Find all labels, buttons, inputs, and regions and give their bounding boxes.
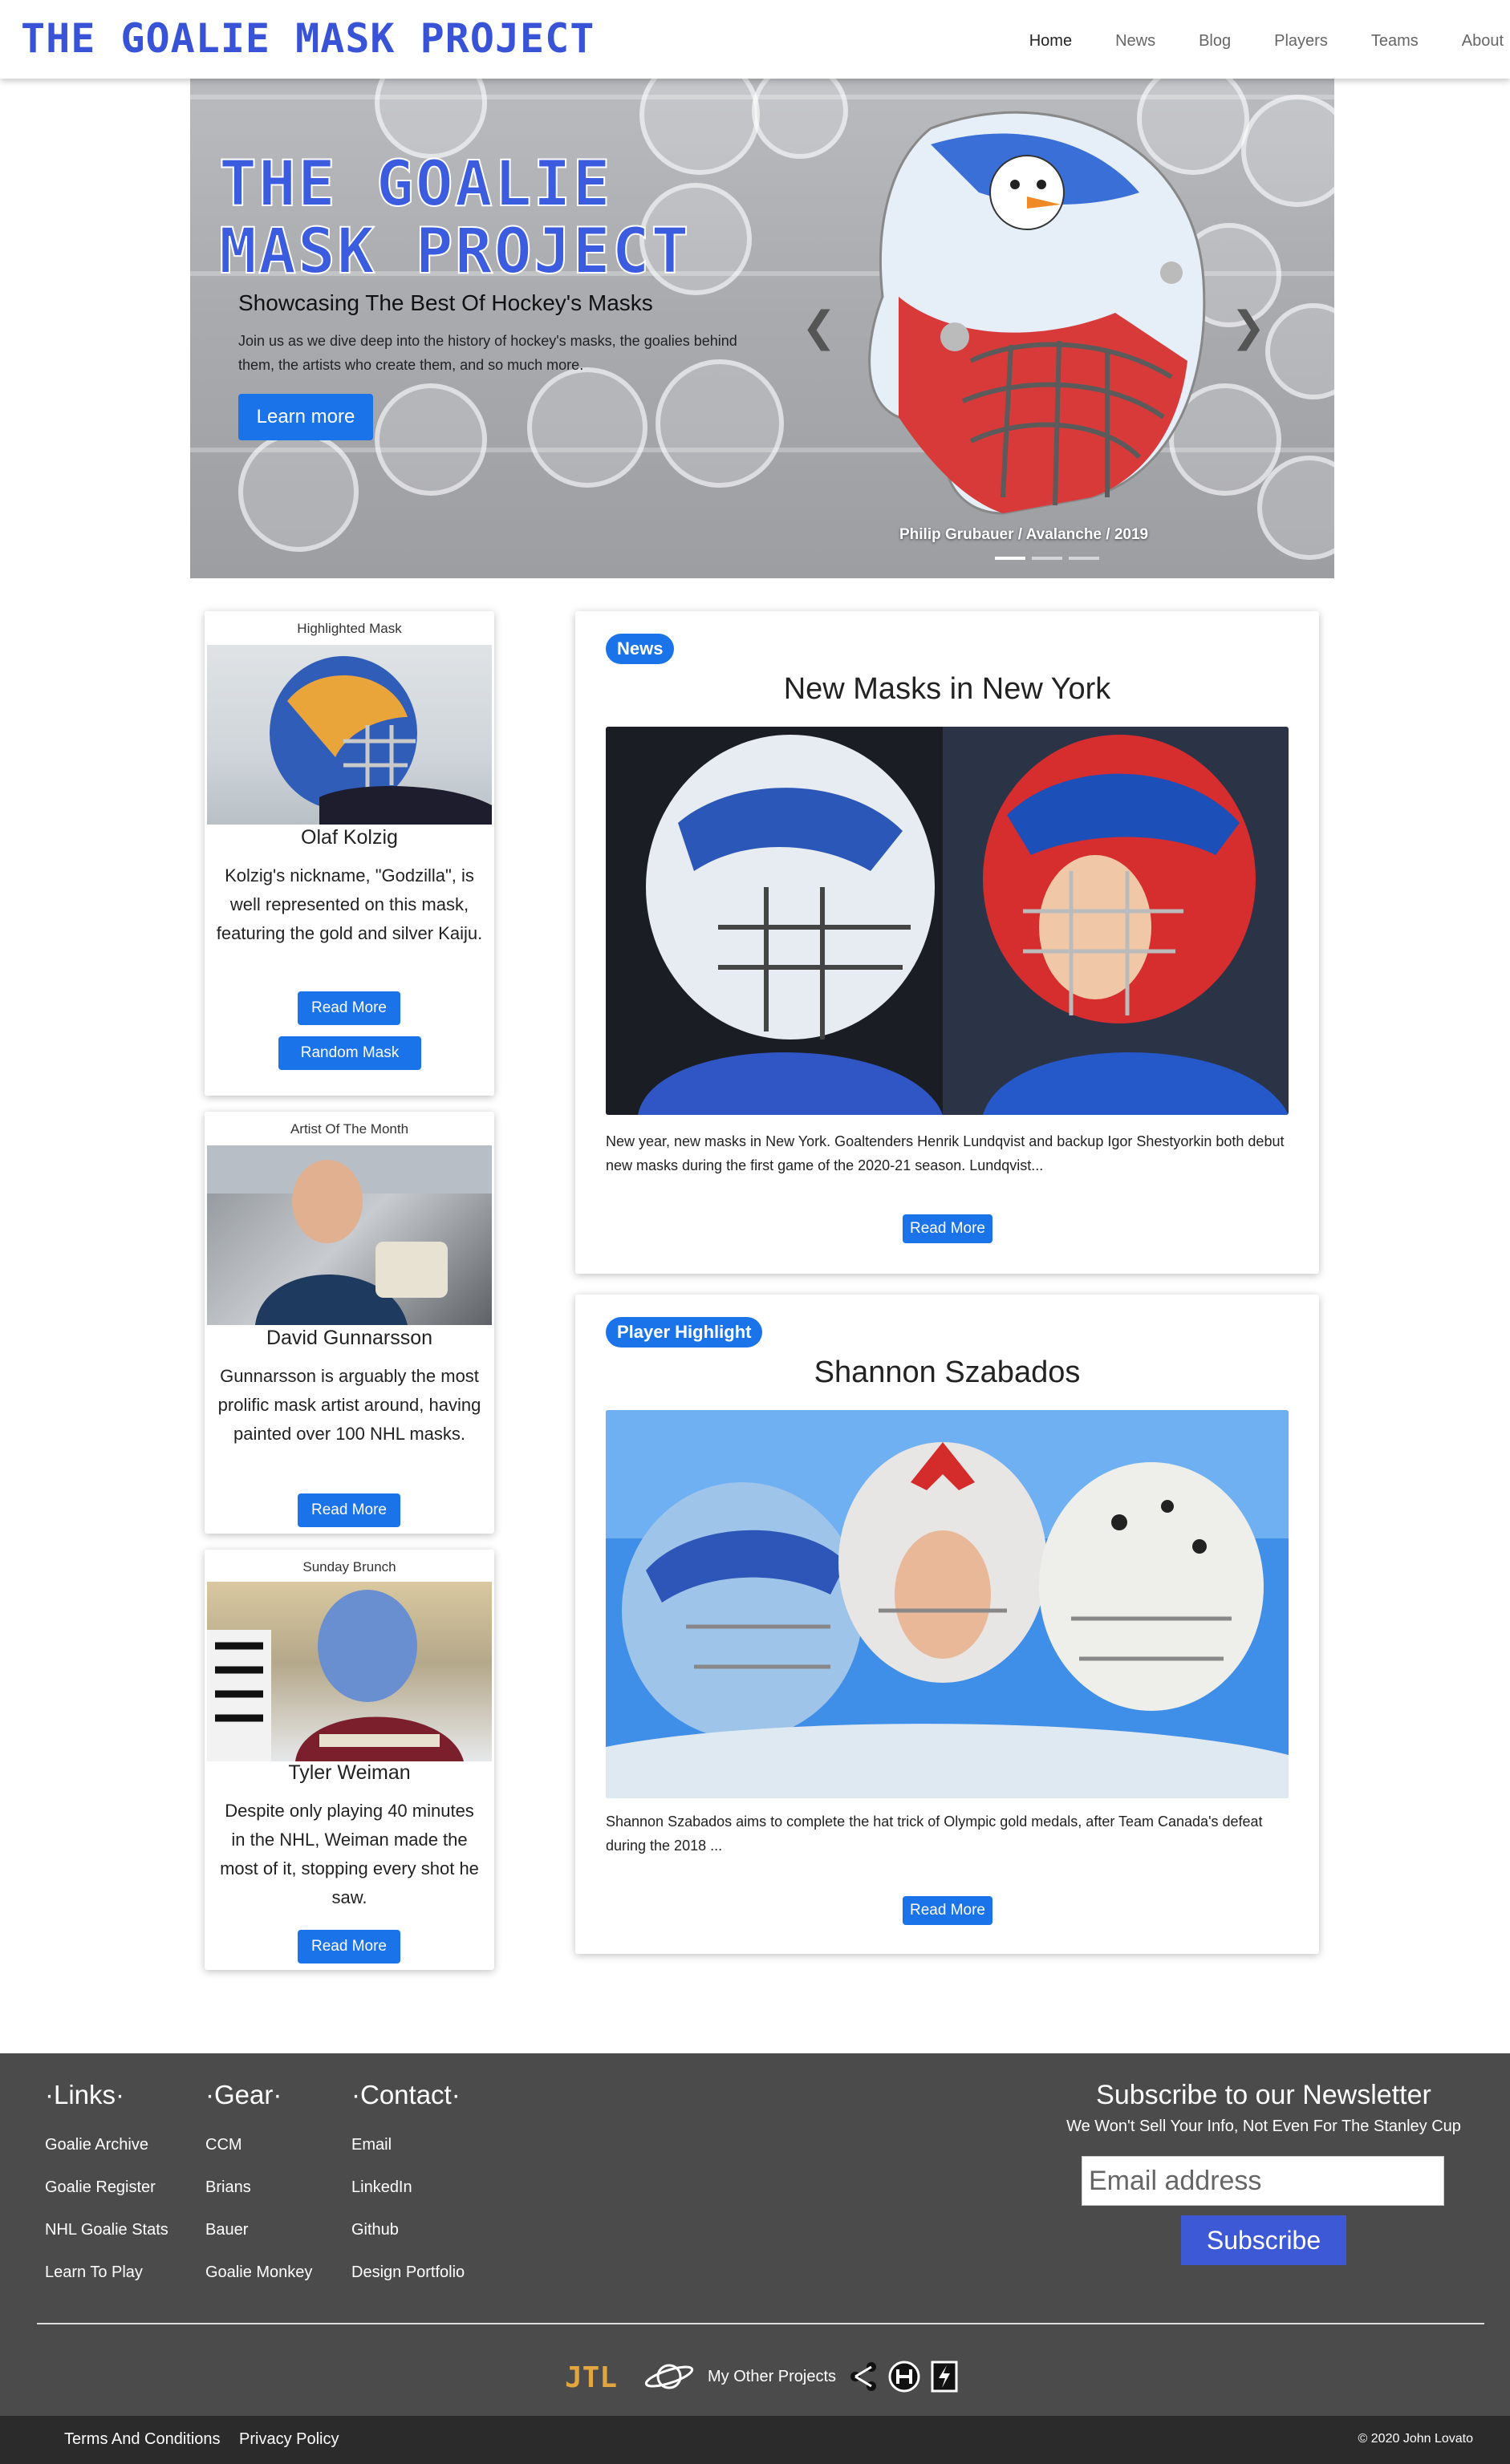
- read-more-button[interactable]: Read More: [903, 1214, 992, 1243]
- random-mask-button[interactable]: Random Mask: [278, 1036, 421, 1070]
- carousel-indicator-1[interactable]: [995, 557, 1025, 560]
- news-badge: News: [606, 634, 675, 664]
- news-article-card: News New Masks in New York New year, new…: [575, 611, 1319, 1274]
- share-icon[interactable]: [849, 2361, 878, 2393]
- nav-news[interactable]: News: [1115, 29, 1155, 53]
- footer-link-design-portfolio[interactable]: Design Portfolio: [351, 2251, 465, 2294]
- chevron-right-icon[interactable]: ❯: [1231, 303, 1266, 351]
- read-more-button[interactable]: Read More: [298, 1930, 400, 1964]
- card-title: Tyler Weiman: [288, 1761, 411, 1784]
- footer-heading: ·Links·: [45, 2080, 125, 2109]
- footer-link-goalie-monkey[interactable]: Goalie Monkey: [205, 2251, 312, 2294]
- footer-link-learn-to-play[interactable]: Learn To Play: [45, 2251, 168, 2294]
- footer-heading: ·Gear·: [205, 2080, 282, 2109]
- hero-caption: Philip Grubauer / Avalanche / 2019: [899, 526, 1149, 543]
- player-highlight-card: Player Highlight Shannon Szabados Shanno…: [575, 1295, 1319, 1954]
- footer-link-bauer[interactable]: Bauer: [205, 2209, 312, 2251]
- other-projects: JTL My Other Projects: [565, 2357, 958, 2397]
- email-field[interactable]: Email address: [1082, 2156, 1444, 2206]
- footer-gear-column: ·Gear· CCM Brians Bauer Goalie Monkey: [205, 2077, 312, 2294]
- newsletter-section: Subscribe to our Newsletter We Won't Sel…: [1059, 2077, 1468, 2265]
- card-text: Gunnarsson is arguably the most prolific…: [217, 1366, 481, 1444]
- other-projects-label: My Other Projects: [708, 2367, 837, 2385]
- player-highlight-badge: Player Highlight: [606, 1317, 763, 1348]
- card-title: David Gunnarsson: [266, 1327, 433, 1349]
- learn-more-button[interactable]: Learn more: [238, 394, 373, 440]
- read-more-button[interactable]: Read More: [298, 991, 400, 1025]
- hero-subtitle: Showcasing The Best Of Hockey's Masks: [238, 290, 653, 315]
- article-excerpt: Shannon Szabados aims to complete the ha…: [606, 1814, 1263, 1854]
- nav-links: Home News Blog Players Teams About: [986, 29, 1504, 53]
- article-title[interactable]: Shannon Szabados: [575, 1356, 1319, 1390]
- footer: ·Links· Goalie Archive Goalie Register N…: [0, 2053, 1510, 2416]
- terms-link[interactable]: Terms And Conditions: [64, 2430, 221, 2449]
- footer-heading: ·Contact·: [351, 2080, 461, 2109]
- chevron-left-icon[interactable]: ❮: [802, 303, 837, 351]
- footer-link-ccm[interactable]: CCM: [205, 2124, 312, 2166]
- card-text: Kolzig's nickname, "Godzilla", is well r…: [216, 865, 483, 943]
- footer-link-nhl-goalie-stats[interactable]: NHL Goalie Stats: [45, 2209, 168, 2251]
- shannon-szabados-image: [606, 1410, 1289, 1798]
- hexagon-logo-icon[interactable]: [887, 2360, 921, 2393]
- subscribe-button[interactable]: Subscribe: [1181, 2215, 1346, 2265]
- nav-home[interactable]: Home: [1029, 29, 1072, 53]
- navbar: The Goalie Mask Project Home News Blog P…: [0, 0, 1510, 79]
- bolt-logo-icon[interactable]: [931, 2361, 958, 2393]
- footer-contact-column: ·Contact· Email LinkedIn Github Design P…: [351, 2077, 465, 2294]
- highlighted-mask-card: Highlighted Mask Olaf Kolzig Kolzig's ni…: [205, 611, 494, 1096]
- newsletter-note: We Won't Sell Your Info, Not Even For Th…: [1066, 2118, 1461, 2135]
- david-gunnarsson-image: [207, 1145, 492, 1325]
- footer-link-github[interactable]: Github: [351, 2209, 465, 2251]
- footer-link-goalie-register[interactable]: Goalie Register: [45, 2166, 168, 2209]
- olaf-kolzig-image: [207, 645, 492, 825]
- tyler-weiman-image: [207, 1582, 492, 1761]
- nav-players[interactable]: Players: [1274, 29, 1328, 53]
- jtl-logo[interactable]: JTL: [565, 2360, 635, 2393]
- card-label: Sunday Brunch: [302, 1559, 396, 1574]
- hero-description: Join us as we dive deep into the history…: [238, 333, 737, 373]
- newsletter-title: Subscribe to our Newsletter: [1096, 2080, 1431, 2110]
- carousel-indicators: [995, 557, 1106, 560]
- footer-link-brians[interactable]: Brians: [205, 2166, 312, 2209]
- goalie-mask-image: [868, 111, 1206, 515]
- card-label: Highlighted Mask: [297, 621, 402, 636]
- nav-about[interactable]: About: [1462, 29, 1504, 53]
- privacy-link[interactable]: Privacy Policy: [239, 2430, 339, 2449]
- card-title: Olaf Kolzig: [301, 826, 398, 849]
- hero-title: THE GOALIE MASK PROJECT: [218, 148, 691, 288]
- footer-link-linkedin[interactable]: LinkedIn: [351, 2166, 465, 2209]
- article-excerpt: New year, new masks in New York. Goalten…: [606, 1133, 1285, 1173]
- new-york-masks-image: [606, 727, 1289, 1115]
- svg-text:JTL: JTL: [565, 2361, 617, 2393]
- copyright: © 2020 John Lovato: [1358, 2432, 1473, 2446]
- footer-links-column: ·Links· Goalie Archive Goalie Register N…: [45, 2077, 168, 2294]
- read-more-button[interactable]: Read More: [903, 1896, 992, 1925]
- read-more-button[interactable]: Read More: [298, 1493, 400, 1527]
- footer-link-goalie-archive[interactable]: Goalie Archive: [45, 2124, 168, 2166]
- bottom-bar: Terms And Conditions Privacy Policy © 20…: [0, 2416, 1510, 2464]
- footer-link-email[interactable]: Email: [351, 2124, 465, 2166]
- sunday-brunch-card: Sunday Brunch Tyler Weiman Despite only …: [205, 1550, 494, 1970]
- carousel-indicator-3[interactable]: [1069, 557, 1099, 560]
- hero-carousel: THE GOALIE MASK PROJECT Showcasing The B…: [190, 79, 1334, 578]
- planet-icon[interactable]: [643, 2360, 695, 2393]
- nav-blog[interactable]: Blog: [1199, 29, 1231, 53]
- brand-logo[interactable]: The Goalie Mask Project: [21, 14, 595, 63]
- card-label: Artist Of The Month: [290, 1121, 409, 1137]
- artist-of-month-card: Artist Of The Month David Gunnarsson Gun…: [205, 1112, 494, 1534]
- card-text: Despite only playing 40 minutes in the N…: [220, 1801, 479, 1907]
- article-title[interactable]: New Masks in New York: [575, 672, 1319, 707]
- nav-teams[interactable]: Teams: [1371, 29, 1419, 53]
- carousel-indicator-2[interactable]: [1032, 557, 1062, 560]
- footer-divider: [37, 2323, 1484, 2324]
